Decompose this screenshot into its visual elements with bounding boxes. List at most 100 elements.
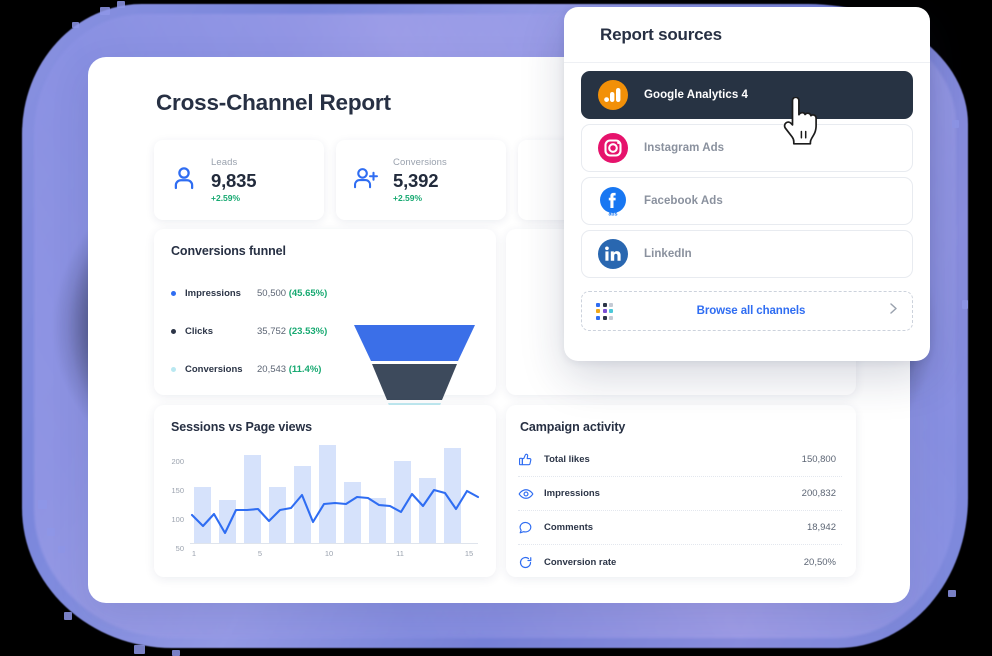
campaign-row-value: 18,942 [806, 522, 836, 533]
x-tick: 1 [191, 549, 197, 558]
panel-title-campaign: Campaign activity [520, 420, 626, 434]
brush-speck [38, 500, 47, 509]
refresh-icon [518, 555, 544, 570]
campaign-row-label: Conversion rate [544, 556, 617, 568]
y-tick-150: 150 [171, 486, 184, 495]
legend-value-percent: (11.4%) [288, 363, 322, 375]
funnel-segment-impressions [354, 325, 475, 361]
legend-value-number: 50,500 [257, 287, 287, 299]
chevron-right-icon [889, 302, 898, 320]
facebook-ads-icon: ads [598, 186, 628, 217]
legend-dot-clicks [171, 328, 176, 334]
brush-speck [134, 645, 145, 654]
legend-value-number: 35,752 [257, 325, 287, 337]
sessions-line [190, 488, 480, 535]
campaign-row-label: Comments [544, 522, 594, 533]
source-item-label: LinkedIn [644, 248, 692, 260]
linkedin-icon [598, 239, 628, 269]
page-title: Cross-Channel Report [156, 90, 391, 115]
conversions-funnel-panel: Conversions funnel Impressions 50,500 (4… [154, 229, 496, 427]
funnel-legend-row: Impressions 50,500 (45.65%) [171, 274, 351, 312]
brush-speck [172, 650, 180, 656]
kpi-card-leads[interactable]: Leads 9,835 +2.59% [154, 140, 324, 220]
kpi-delta: +2.59% [393, 193, 423, 203]
source-item-google-analytics-4[interactable]: Google Analytics 4 [581, 71, 913, 119]
x-tick: 11 [396, 549, 404, 558]
kpi-label: Leads [211, 157, 238, 168]
brush-speck [952, 120, 959, 128]
campaign-activity-panel: Campaign activity Total likes 150,800 Im… [506, 405, 856, 577]
legend-value: 50,500 (45.65%) [257, 288, 327, 299]
legend-value: 20,543 (11.4%) [257, 364, 321, 375]
popup-title: Report sources [600, 24, 722, 44]
brush-speck [47, 528, 55, 536]
report-sources-popup: Report sources Google Analytics 4 Instag… [564, 7, 930, 361]
y-tick-50: 50 [175, 544, 184, 553]
kpi-value: 5,392 [393, 170, 439, 191]
panel-title-sessions: Sessions vs Page views [171, 420, 312, 434]
brush-speck [64, 612, 72, 620]
thumbs-up-icon [518, 452, 544, 467]
legend-label: Conversions [185, 363, 243, 375]
campaign-activity-list: Total likes 150,800 Impressions 200,832 [518, 443, 842, 579]
line-path [190, 488, 480, 535]
browse-all-channels-button[interactable]: Browse all channels [581, 291, 913, 331]
instagram-icon [598, 133, 628, 163]
x-tick: 15 [464, 549, 474, 558]
grid-dots-icon [596, 302, 613, 320]
report-sources-list: Google Analytics 4 Instagram Ads ads Fac… [581, 71, 913, 283]
sessions-chart-panel: Sessions vs Page views 200 150 100 50 1 … [154, 405, 496, 577]
legend-value-percent: (23.53%) [288, 325, 328, 337]
campaign-row-value: 200,832 [801, 488, 836, 499]
legend-label: Impressions [185, 287, 241, 299]
brush-speck [58, 546, 65, 553]
funnel-legend-row: Conversions 20,543 (11.4%) [171, 350, 351, 388]
legend-value-number: 20,543 [257, 363, 287, 375]
brush-speck [72, 22, 79, 28]
user-icon [169, 163, 203, 198]
kpi-text: Conversions 5,392 +2.59% [393, 156, 447, 204]
campaign-activity-row[interactable]: Impressions 200,832 [518, 477, 842, 511]
campaign-row-value: 150,800 [801, 454, 836, 465]
legend-label: Clicks [185, 325, 213, 337]
y-tick-200: 200 [171, 457, 184, 466]
source-item-linkedin[interactable]: LinkedIn [581, 230, 913, 278]
campaign-row-label: Impressions [544, 488, 600, 499]
funnel-legend: Impressions 50,500 (45.65%) Clicks 35,75… [171, 274, 351, 388]
user-plus-icon [351, 163, 385, 198]
kpi-delta: +2.59% [211, 193, 241, 203]
panel-title-funnel: Conversions funnel [171, 244, 286, 258]
funnel-legend-row: Clicks 35,752 (23.53%) [171, 312, 351, 350]
comment-icon [518, 520, 544, 535]
kpi-value: 9,835 [211, 170, 257, 191]
source-item-instagram-ads[interactable]: Instagram Ads [581, 124, 913, 172]
funnel-segment-clicks [372, 364, 457, 400]
popup-header: Report sources [564, 7, 930, 63]
browse-all-channels-label: Browse all channels [696, 305, 806, 317]
brush-speck [962, 300, 968, 309]
campaign-activity-row[interactable]: Comments 18,942 [518, 511, 842, 545]
source-item-label: Instagram Ads [644, 142, 725, 154]
legend-dot-impressions [171, 290, 176, 296]
campaign-row-label: Total likes [544, 454, 590, 465]
brush-speck [948, 590, 956, 597]
x-tick: 5 [257, 549, 263, 558]
campaign-activity-row[interactable]: Total likes 150,800 [518, 443, 842, 477]
legend-value-percent: (45.65%) [288, 287, 328, 299]
google-analytics-icon [598, 80, 628, 110]
kpi-text: Leads 9,835 +2.59% [211, 156, 256, 204]
eye-icon [518, 486, 544, 502]
screenshot-root: Cross-Channel Report Leads 9,835 +2.59% [0, 0, 992, 656]
kpi-label: Conversions [393, 157, 447, 168]
kpi-card-conversions[interactable]: Conversions 5,392 +2.59% [336, 140, 506, 220]
source-item-label: Facebook Ads [644, 195, 723, 207]
brush-speck [100, 7, 110, 15]
campaign-activity-row[interactable]: Conversion rate 20,50% [518, 545, 842, 579]
legend-dot-conversions [171, 366, 176, 372]
x-tick: 10 [324, 549, 334, 558]
source-item-facebook-ads[interactable]: ads Facebook Ads [581, 177, 913, 225]
sessions-chart: 200 150 100 50 1 5 10 11 15 [164, 445, 486, 567]
source-item-label: Google Analytics 4 [644, 89, 749, 101]
legend-value: 35,752 (23.53%) [257, 326, 327, 337]
campaign-row-value: 20,50% [803, 556, 836, 568]
